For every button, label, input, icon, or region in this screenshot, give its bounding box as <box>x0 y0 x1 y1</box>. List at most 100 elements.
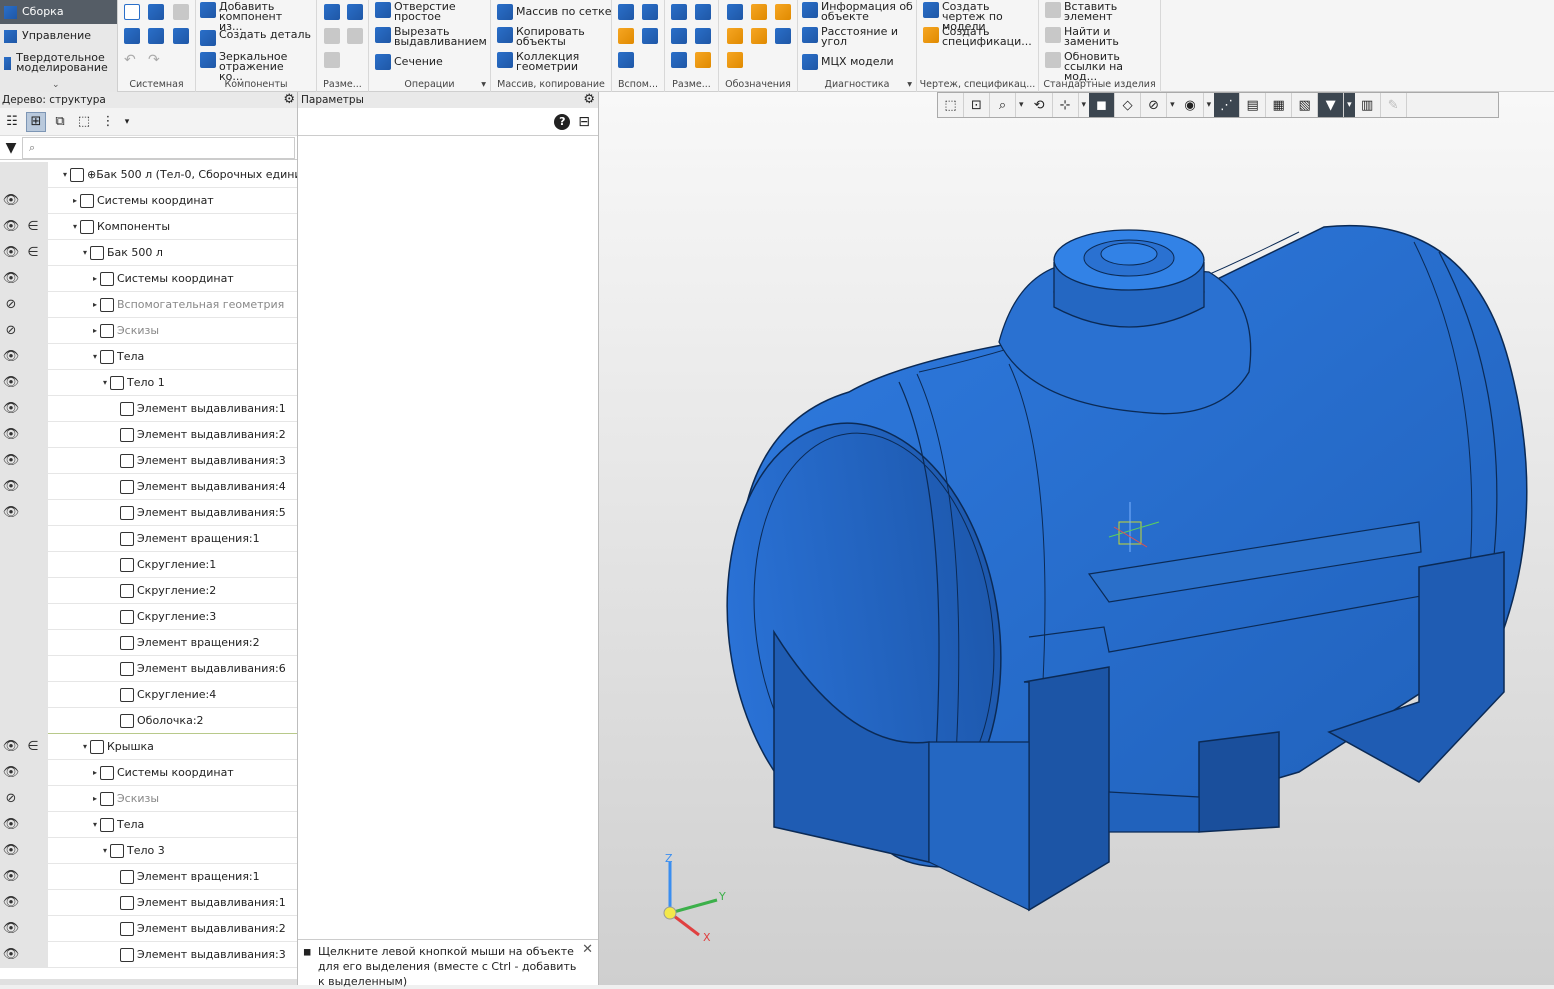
layers-icon[interactable]: ▧ <box>1292 93 1319 117</box>
expand-icon[interactable]: ▸ <box>90 768 100 777</box>
eye-hidden-icon[interactable]: ⊘ <box>0 323 22 338</box>
tree-row[interactable]: 👁 Элемент выдавливания:1 <box>0 395 297 422</box>
auto-dim-icon[interactable] <box>671 52 687 68</box>
diameter-dim-icon[interactable] <box>695 28 711 44</box>
tree-row[interactable]: 👁 ▸ Системы координат <box>0 759 297 786</box>
tree-row[interactable]: ⊘ ▸ Эскизы <box>0 317 297 344</box>
designation-icon-2[interactable] <box>751 4 767 20</box>
tree-row[interactable]: 👁 ▸ Системы координат <box>0 265 297 292</box>
add-component-button[interactable]: Добавить компонент из... <box>200 2 315 32</box>
properties-icon[interactable]: ▥ <box>1355 93 1381 117</box>
include-icon[interactable]: ∈ <box>22 245 44 260</box>
collapse-icon[interactable]: ▾ <box>90 820 100 829</box>
hide-icon[interactable]: ⊘ <box>1141 93 1168 117</box>
hole-button[interactable]: Отверстие простое <box>375 2 489 22</box>
tree-row[interactable]: Скругление:3 <box>0 603 297 630</box>
new-doc-icon[interactable] <box>124 4 140 20</box>
eye-icon[interactable]: 👁 <box>0 375 22 390</box>
save-all-icon[interactable] <box>173 28 189 44</box>
eye-icon[interactable]: 👁 <box>0 739 22 754</box>
tree-row[interactable]: 👁 ∈ ▾ Крышка <box>0 733 297 760</box>
eye-icon[interactable]: 👁 <box>0 765 22 780</box>
chevron-down-icon[interactable]: ▾ <box>907 79 912 90</box>
filter-icon[interactable]: ▼ <box>1318 93 1345 117</box>
tree-row[interactable]: 👁 Элемент выдавливания:3 <box>0 941 297 968</box>
create-part-button[interactable]: Создать деталь <box>200 30 315 46</box>
collapse-icon[interactable]: ▾ <box>70 222 80 231</box>
collapse-icon[interactable]: ▾ <box>80 248 90 257</box>
aux-line-icon[interactable] <box>618 52 634 68</box>
section-view-icon[interactable]: ▤ <box>1240 93 1267 117</box>
close-icon[interactable]: ✕ <box>582 942 593 957</box>
view-fit-icon[interactable]: ⬚ <box>938 93 964 117</box>
rotate-icon[interactable]: ⟲ <box>1027 93 1053 117</box>
explode-icon[interactable]: ▦ <box>1266 93 1293 117</box>
tree-row[interactable]: 👁 Элемент вращения:1 <box>0 863 297 890</box>
zoom-icon[interactable]: ⌕ <box>990 93 1016 117</box>
dim-style-icon[interactable] <box>695 52 711 68</box>
wireframe-view-icon[interactable]: ◇ <box>1115 93 1142 117</box>
eye-icon[interactable]: 👁 <box>0 453 22 468</box>
distance-angle-button[interactable]: Расстояние и угол <box>802 27 916 47</box>
collapse-icon[interactable]: ▾ <box>80 742 90 751</box>
tree-row[interactable]: 👁 ▾ Тела <box>0 343 297 370</box>
geometry-collection-button[interactable]: Коллекция геометрии <box>497 52 611 72</box>
insert-element-button[interactable]: Вставить элемент <box>1045 2 1159 22</box>
tree-structure-icon[interactable]: ☷ <box>2 112 22 132</box>
roughness-icon[interactable] <box>727 28 743 44</box>
designation-icon-3[interactable] <box>775 4 791 20</box>
tree-row[interactable]: Скругление:1 <box>0 551 297 578</box>
copy-dim-icon[interactable] <box>324 28 340 44</box>
eye-icon[interactable]: 👁 <box>0 349 22 364</box>
aux-cs-icon[interactable] <box>642 28 658 44</box>
expand-icon[interactable]: ▸ <box>70 196 80 205</box>
tree-row[interactable]: ▾ ⊕Бак 500 л (Тел-0, Сборочных едини <box>0 161 297 188</box>
tree-row[interactable]: 👁 Элемент выдавливания:1 <box>0 889 297 916</box>
aux-point-icon[interactable] <box>642 4 658 20</box>
eye-hidden-icon[interactable]: ⊘ <box>0 791 22 806</box>
tree-sort-icon[interactable]: ⋮ <box>98 112 118 132</box>
expand-icon[interactable]: ▸ <box>90 794 100 803</box>
view-zoom-window-icon[interactable]: ⊡ <box>964 93 990 117</box>
eye-icon[interactable]: 👁 <box>0 505 22 520</box>
expand-icon[interactable]: ▸ <box>90 300 100 309</box>
gear-icon[interactable]: ⚙ <box>283 92 295 107</box>
tree-row[interactable]: Элемент вращения:2 <box>0 629 297 656</box>
collapse-icon[interactable]: ▾ <box>90 352 100 361</box>
tree-row[interactable]: 👁 ∈ ▾ Компоненты <box>0 213 297 240</box>
radial-dim-icon[interactable] <box>695 4 711 20</box>
section-button[interactable]: Сечение <box>375 54 489 70</box>
save-icon[interactable] <box>173 4 189 20</box>
chevron-down-icon[interactable]: ▾ <box>1167 100 1178 110</box>
dimension-icon[interactable] <box>324 4 340 20</box>
include-icon[interactable]: ∈ <box>22 219 44 234</box>
mode-solid-modeling[interactable]: Твердотельное моделирование <box>0 48 117 78</box>
mode-management[interactable]: Управление <box>0 24 117 48</box>
eye-icon[interactable]: 👁 <box>0 869 22 884</box>
chevron-down-icon[interactable]: ⌄ <box>52 80 60 90</box>
group-label-operations[interactable]: Операции ▾ <box>369 79 490 90</box>
filter-icon[interactable]: ▼ <box>0 140 22 156</box>
chevron-down-icon[interactable]: ▾ <box>122 112 132 132</box>
redo-icon[interactable]: ↷ <box>148 52 164 68</box>
tree-search-input[interactable] <box>22 136 295 159</box>
eye-icon[interactable]: 👁 <box>0 895 22 910</box>
3d-viewport[interactable]: Z Y X <box>599 92 1554 985</box>
tree-row[interactable]: 👁 Элемент выдавливания:4 <box>0 473 297 500</box>
gear-icon[interactable]: ⚙ <box>583 92 595 107</box>
tree-row[interactable]: 👁 ▾ Тела <box>0 811 297 838</box>
preview-icon[interactable] <box>148 28 164 44</box>
print-icon[interactable] <box>124 28 140 44</box>
tree-row[interactable]: 👁 ▾ Тело 3 <box>0 837 297 864</box>
cut-extrude-button[interactable]: Вырезать выдавливанием <box>375 27 489 47</box>
collapse-icon[interactable]: ▾ <box>60 170 70 179</box>
open-icon[interactable] <box>148 4 164 20</box>
collapse-icon[interactable]: ▾ <box>100 846 110 855</box>
grid-array-button[interactable]: Массив по сетке <box>497 4 611 20</box>
show-icon[interactable]: ◉ <box>1178 93 1204 117</box>
linear-dim-icon[interactable] <box>671 4 687 20</box>
object-info-button[interactable]: Информация об объекте <box>802 2 916 22</box>
eye-icon[interactable]: 👁 <box>0 271 22 286</box>
chevron-down-icon[interactable]: ▾ <box>1204 100 1215 110</box>
chevron-down-icon[interactable]: ▾ <box>1344 93 1355 117</box>
